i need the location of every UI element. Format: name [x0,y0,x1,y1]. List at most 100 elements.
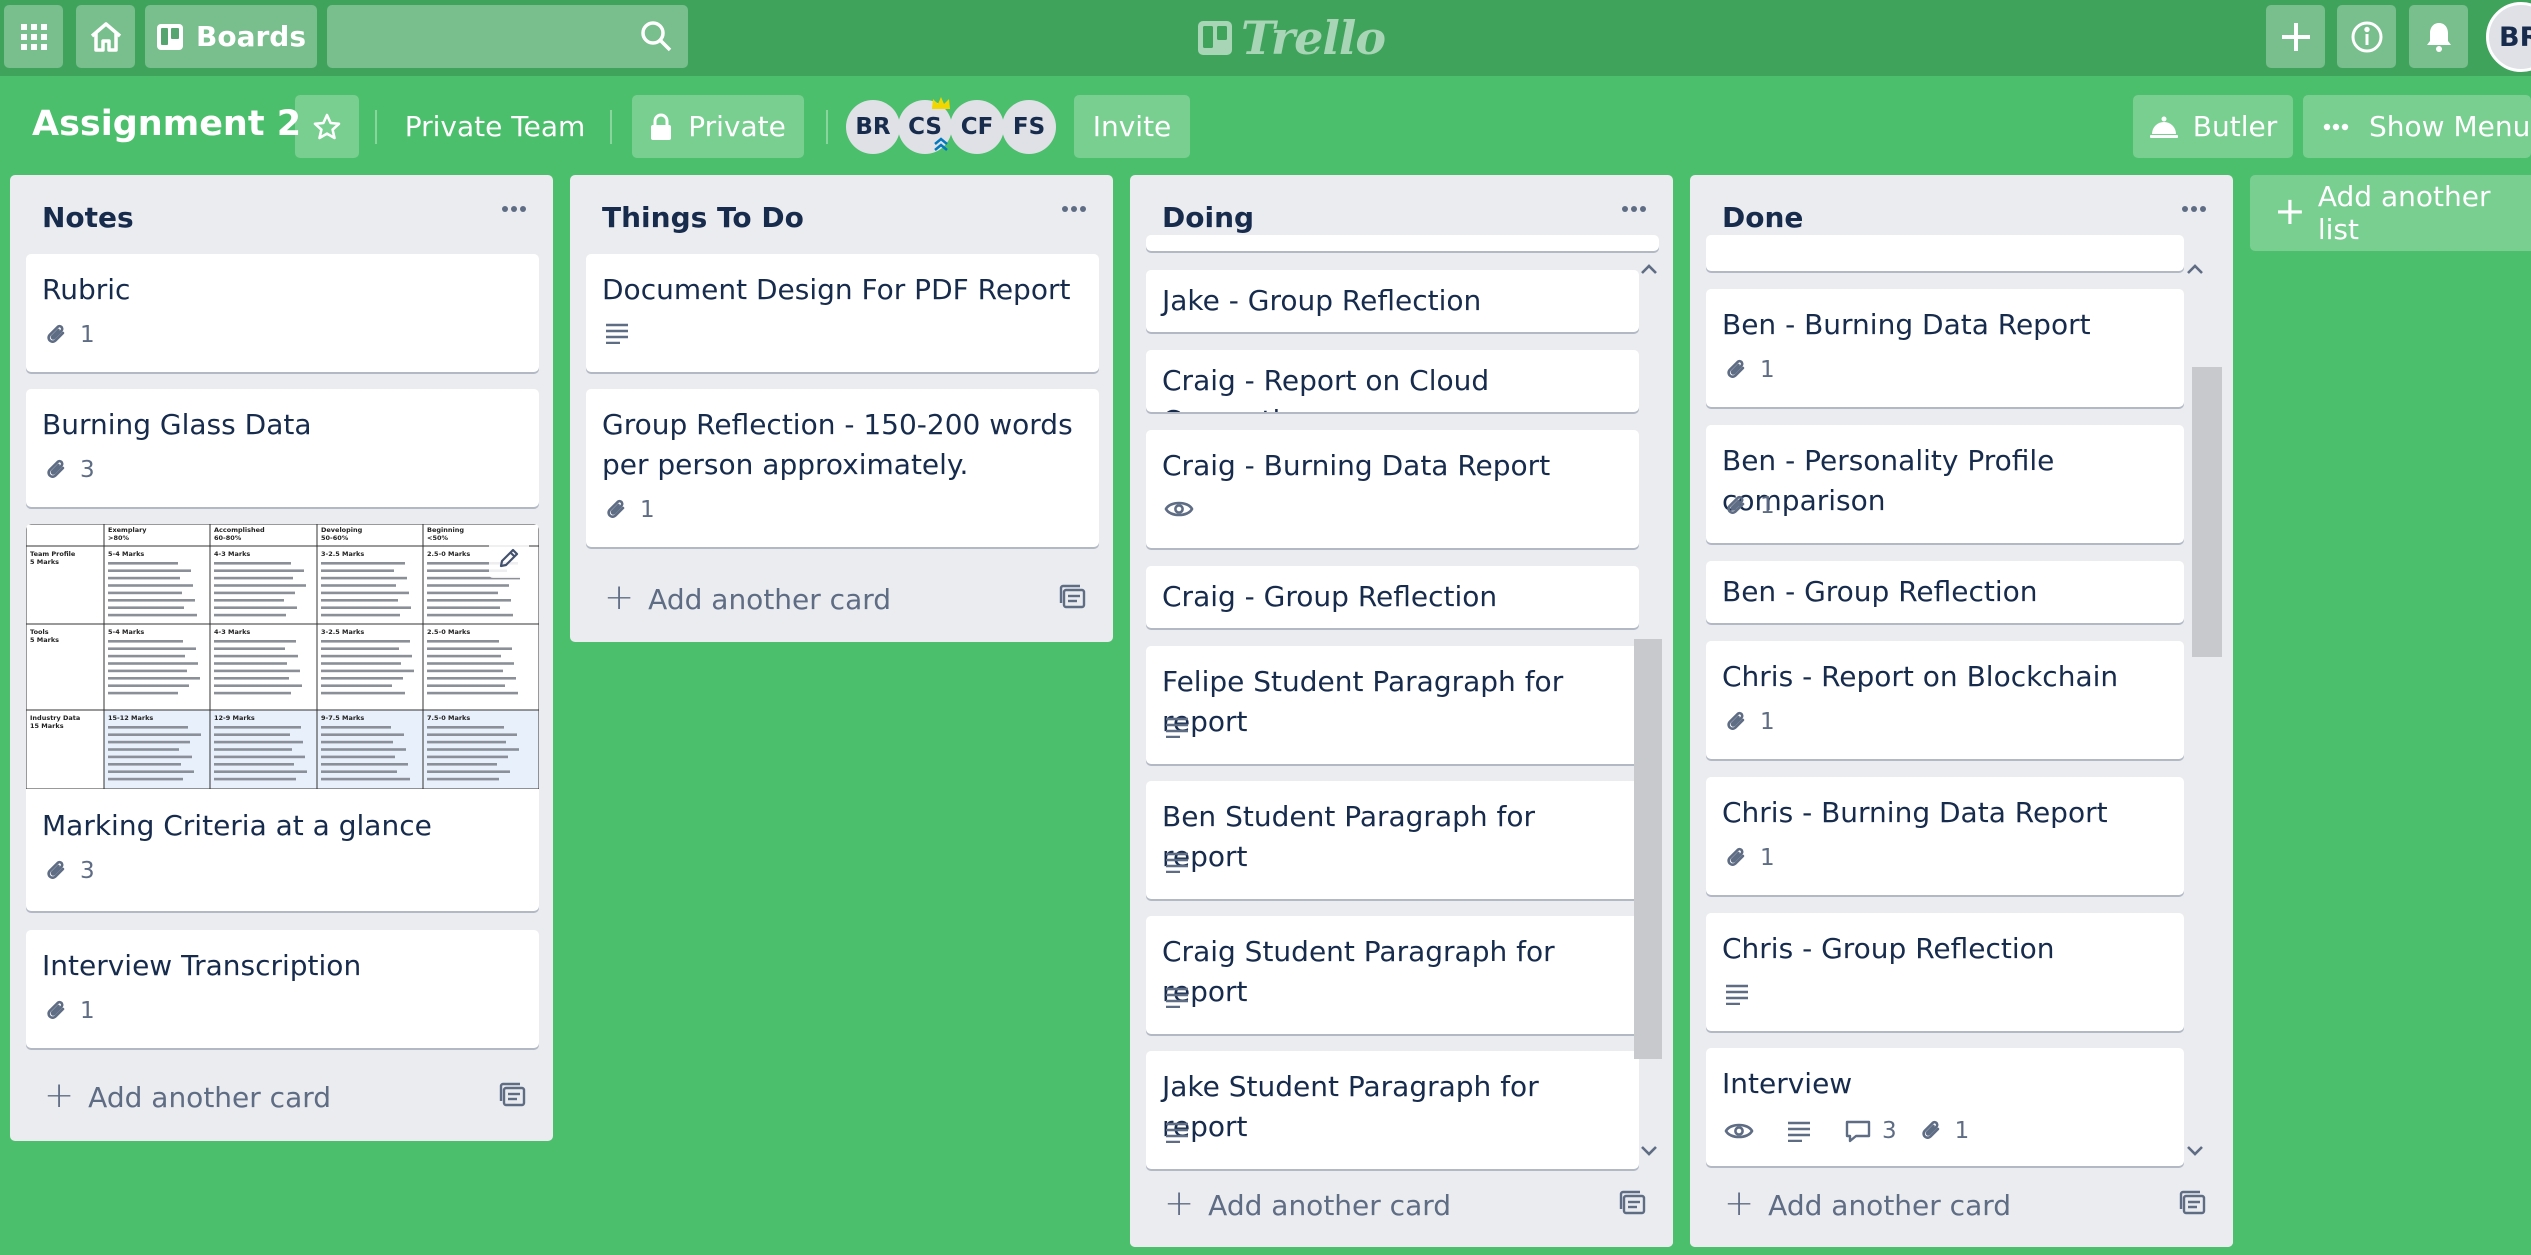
home-button[interactable] [76,5,135,68]
card[interactable]: Exemplary >80% Accomplished 60-80% Developin… [26,524,539,911]
visibility-button[interactable]: Private [632,95,804,158]
card[interactable] [1706,235,2184,271]
scroll-down-button[interactable] [2185,1145,2205,1157]
card[interactable]: Chris - Burning Data Report 1 [1706,777,2184,895]
description-badge [1164,1121,1200,1143]
scrollbar-thumb[interactable] [2192,367,2222,657]
card-title: Chris - Group Reflection [1722,932,2055,965]
list-menu-button[interactable] [501,205,527,213]
add-card-button[interactable]: + Add another card [26,1071,446,1123]
member-avatar[interactable]: BR [846,100,900,154]
user-avatar[interactable]: BR [2486,2,2531,72]
rubric-column-header: <50% [427,534,448,542]
card[interactable]: Interview 3 1 [1706,1048,2184,1166]
search-icon[interactable] [640,20,672,52]
card-template-button[interactable] [1059,584,1087,610]
add-list-button[interactable]: + Add another list [2250,175,2531,251]
star-button[interactable] [295,95,359,158]
search-field[interactable] [327,5,688,68]
rubric-text-line [108,755,192,759]
card[interactable]: Craig - Group Reflection [1146,566,1639,628]
show-menu-button[interactable]: Show Menu [2303,95,2531,158]
card[interactable]: Jake - Group Reflection [1146,270,1639,332]
search-input[interactable] [327,5,627,68]
card[interactable]: Chris - Group Reflection [1706,913,2184,1031]
card[interactable]: Group Reflection - 150-200 words per per… [586,389,1099,547]
rubric-text-line [321,669,414,673]
card[interactable]: Craig Student Paragraph for report [1146,916,1639,1034]
add-card-button[interactable]: + Add another card [586,573,1006,625]
member-avatar[interactable]: FS [1002,100,1056,154]
list-title[interactable]: Things To Do [602,201,804,234]
card-title: Ben - Burning Data Report [1722,308,2091,341]
card[interactable]: Jake Student Paragraph for report [1146,1051,1639,1169]
boards-label: Boards [196,20,306,53]
card[interactable]: Craig - Burning Data Report [1146,430,1639,548]
member-avatar[interactable]: CF [950,100,1004,154]
rubric-text-line [214,733,290,736]
card-title: Rubric [42,273,131,306]
list-title[interactable]: Doing [1162,201,1254,234]
card[interactable]: Ben - Group Reflection [1706,561,2184,623]
plus-icon: + [2274,189,2306,233]
rubric-text-line [321,755,395,759]
attachment-count: 3 [80,457,95,483]
star-icon [312,112,342,142]
team-button[interactable]: Private Team [400,95,590,158]
add-card-button[interactable]: + Add another card [1706,1179,2126,1231]
scrollbar-thumb[interactable] [1634,639,1662,1059]
card-badges [1724,983,1782,1005]
card[interactable]: Burning Glass Data 3 [26,389,539,507]
list-menu-button[interactable] [1061,205,1087,213]
rubric-text-line [427,733,517,736]
apps-button[interactable] [4,5,63,68]
board-icon [156,23,184,51]
rubric-text-line [108,562,178,565]
paperclip-icon [1724,357,1760,383]
card[interactable]: Interview Transcription 1 [26,930,539,1048]
card-template-button[interactable] [2179,1190,2207,1216]
scroll-down-button[interactable] [1639,1145,1659,1157]
card[interactable]: Ben - Burning Data Report 1 [1706,289,2184,407]
card-title: Craig - Burning Data Report [1162,449,1551,482]
invite-button[interactable]: Invite [1074,95,1190,158]
card[interactable]: Ben - Personality Profile comparison 1 [1706,425,2184,543]
add-card-button[interactable]: + Add another card [1146,1179,1566,1231]
template-icon [499,1082,527,1108]
card[interactable]: Chris - Report on Blockchain 1 [1706,641,2184,759]
card-badges: 1 [1724,493,1797,519]
create-button[interactable] [2266,5,2325,68]
scroll-up-button[interactable] [1639,263,1659,275]
card[interactable]: Ben Student Paragraph for report [1146,781,1639,899]
card[interactable]: Craig - Report on Cloud Computing [1146,350,1639,412]
rubric-text-line [321,733,404,736]
list-menu-button[interactable] [1621,205,1647,213]
boards-button[interactable]: Boards [145,5,317,68]
more-icon [1061,205,1087,213]
board-title[interactable]: Assignment 2 [32,104,301,144]
card[interactable]: Document Design For PDF Report [586,254,1099,372]
rubric-text-line [427,726,504,729]
scroll-up-button[interactable] [2185,263,2205,275]
rubric-text-line [321,654,412,658]
card[interactable] [1146,235,1659,251]
card-template-button[interactable] [1619,1190,1647,1216]
list-menu-button[interactable] [2181,205,2207,213]
card[interactable]: Rubric 1 [26,254,539,372]
rubric-text-line [214,691,291,695]
card-badges: 1 [604,497,677,523]
trello-logo[interactable]: Trello [1197,10,1386,66]
card-template-button[interactable] [499,1082,527,1108]
list-title[interactable]: Done [1722,201,1803,234]
info-button[interactable] [2337,5,2396,68]
rubric-text-line [427,770,510,773]
chevron-down-icon [2185,1145,2205,1157]
list-title[interactable]: Notes [42,201,134,234]
card[interactable]: Felipe Student Paragraph for report [1146,646,1639,764]
rubric-cell: 9-7.5 Marks [321,714,364,722]
more-icon [1621,205,1647,213]
notifications-button[interactable] [2409,5,2468,68]
butler-button[interactable]: Butler [2133,95,2293,158]
edit-card-button[interactable] [489,538,529,578]
more-icon [501,205,527,213]
